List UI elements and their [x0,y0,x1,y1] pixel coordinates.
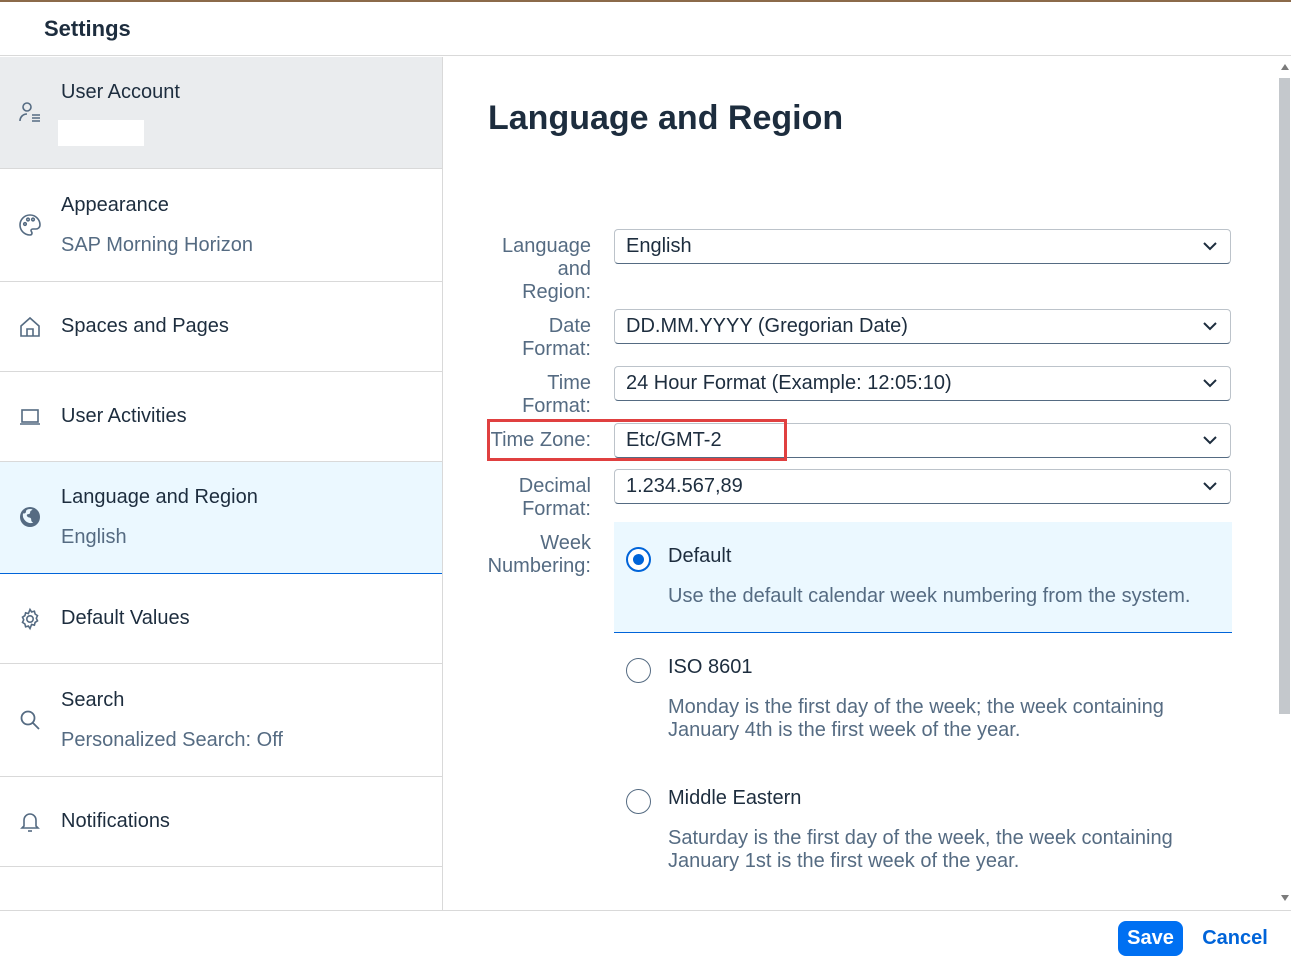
search-icon [18,708,42,732]
sidebar-item-language-and-region[interactable]: Language and Region English [0,462,442,574]
chevron-down-icon [1203,322,1217,331]
content-scrollbar[interactable] [1278,57,1291,910]
decimal-format-label: Decimal Format: [518,475,591,520]
radio-button-middle-eastern[interactable] [626,789,651,814]
sidebar-item-sublabel: SAP Morning Horizon [61,234,253,256]
date-format-label: Date Format: [522,315,591,360]
radio-option-title: ISO 8601 [668,656,753,678]
chevron-down-icon [1203,482,1217,491]
sidebar-item-sublabel: Personalized Search: Off [61,729,283,751]
chevron-down-icon [1203,242,1217,251]
scroll-down-arrow-icon[interactable] [1281,895,1289,901]
chevron-down-icon [1203,379,1217,388]
sidebar-item-label: Search [61,689,125,711]
gear-icon [18,607,42,631]
decimal-format-value: 1.234.567,89 [626,475,743,497]
settings-sidebar: User Account Appearance SAP Morning Hori… [0,57,443,910]
radio-option-description: Use the default calendar week numbering … [668,585,1191,607]
sidebar-item-label: Language and Region [61,486,258,508]
time-format-value: 24 Hour Format (Example: 12:05:10) [626,372,952,394]
sidebar-item-sublabel: English [61,526,127,548]
sidebar-item-label: User Account [61,81,180,103]
user-settings-icon [18,100,42,124]
scrollbar-thumb[interactable] [1279,78,1290,714]
language-label: Language and Region: [502,235,591,303]
radio-option-title: Default [668,545,732,567]
radio-option-title: Middle Eastern [668,787,802,809]
bell-icon [18,810,42,834]
sidebar-item-search[interactable]: Search Personalized Search: Off [0,664,442,777]
cancel-button[interactable]: Cancel [1196,921,1274,956]
radio-button-iso-8601[interactable] [626,658,651,683]
sidebar-item-default-values[interactable]: Default Values [0,574,442,664]
chevron-down-icon [1203,436,1217,445]
globe-icon [18,505,42,529]
sidebar-item-spaces-and-pages[interactable]: Spaces and Pages [0,282,442,372]
sidebar-item-label: User Activities [61,405,187,427]
sidebar-item-label: Spaces and Pages [61,315,229,337]
language-value: English [626,235,692,257]
sidebar-item-user-activities[interactable]: User Activities [0,372,442,462]
time-zone-highlight [487,419,787,461]
decimal-format-select[interactable]: 1.234.567,89 [614,469,1231,504]
radio-option-description: Monday is the first day of the week; the… [668,696,1164,741]
radio-option-description: Saturday is the first day of the week, t… [668,827,1173,872]
page-title: Language and Region [488,99,844,137]
user-name-redacted [58,120,144,146]
week-numbering-label: Week Numbering: [487,532,591,577]
radio-option-iso-8601[interactable]: ISO 8601 Monday is the first day of the … [614,633,1232,764]
time-format-select[interactable]: 24 Hour Format (Example: 12:05:10) [614,366,1231,401]
dialog-header: Settings [0,2,1291,56]
date-format-value: DD.MM.YYYY (Gregorian Date) [626,315,908,337]
time-format-label: Time Format: [522,372,591,417]
sidebar-item-appearance[interactable]: Appearance SAP Morning Horizon [0,169,442,282]
radio-option-default[interactable]: Default Use the default calendar week nu… [614,522,1232,633]
settings-content: Language and Region Language and Region: E… [443,57,1291,910]
sidebar-item-label: Notifications [61,810,170,832]
sidebar-item-notifications[interactable]: Notifications [0,777,442,867]
laptop-icon [18,405,42,429]
radio-button-default[interactable] [626,547,651,572]
sidebar-item-label: Default Values [61,607,190,629]
scroll-up-arrow-icon[interactable] [1281,64,1289,70]
sidebar-item-user-account[interactable]: User Account [0,57,442,169]
date-format-select[interactable]: DD.MM.YYYY (Gregorian Date) [614,309,1231,344]
dialog-footer: Save Cancel [0,910,1291,963]
sidebar-item-label: Appearance [61,194,169,216]
language-select[interactable]: English [614,229,1231,264]
save-button[interactable]: Save [1118,921,1183,956]
home-icon [18,315,42,339]
palette-icon [18,213,42,237]
radio-option-middle-eastern[interactable]: Middle Eastern Saturday is the first day… [614,764,1232,895]
dialog-title: Settings [44,16,131,41]
